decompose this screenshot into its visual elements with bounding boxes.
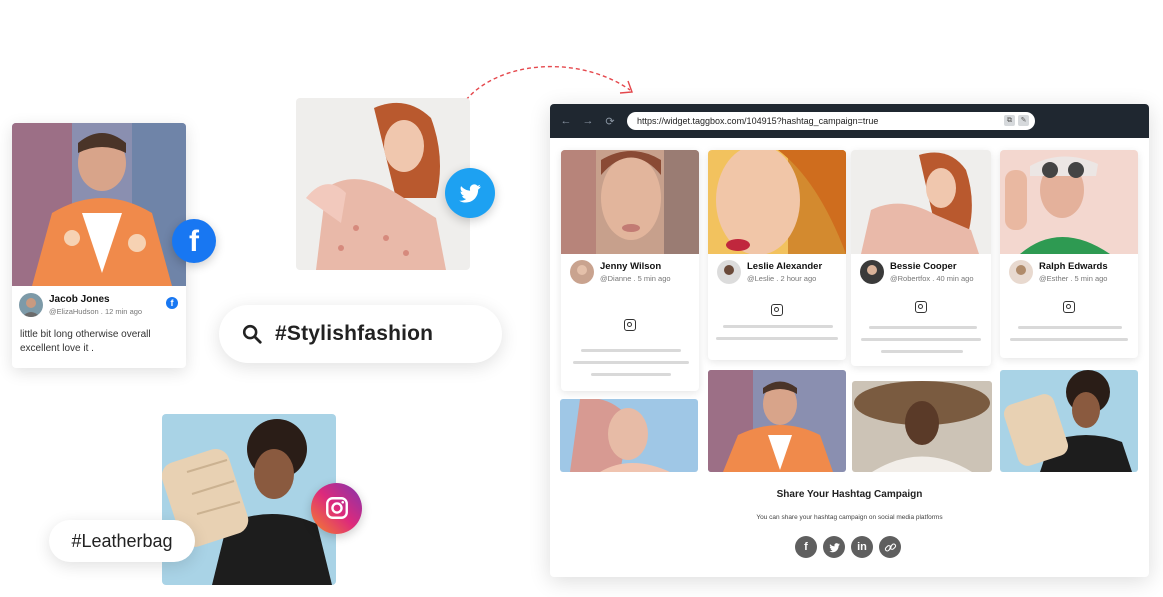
placeholder-line: [573, 361, 689, 364]
featured-photo-twitter: [296, 98, 470, 270]
post-image: [561, 150, 699, 254]
post-meta: Bessie Cooper @Robertfox . 40 min ago: [860, 260, 974, 284]
avatar: [717, 260, 741, 284]
author-name: Bessie Cooper: [890, 261, 957, 272]
avatar: [860, 260, 884, 284]
facebook-icon: f: [166, 297, 178, 309]
post-card[interactable]: Ralph Edwards @Esther . 5 min ago: [1000, 150, 1138, 358]
placeholder-line: [581, 349, 681, 352]
instagram-icon: [915, 301, 927, 313]
share-subtitle: You can share your hashtag campaign on s…: [756, 514, 943, 521]
address-bar[interactable]: https://widget.taggbox.com/104915?hashta…: [627, 112, 1035, 130]
post-card[interactable]: Bessie Cooper @Robertfox . 40 min ago: [851, 150, 991, 366]
post-image: [12, 123, 186, 286]
featured-photo-instagram: [162, 414, 336, 585]
post-image: [1000, 150, 1138, 254]
hashtag-search-pill[interactable]: #Stylishfashion: [219, 305, 502, 363]
author-handle: @Leslie . 2 hour ago: [747, 274, 817, 283]
post-photo[interactable]: [560, 399, 698, 472]
search-query: #Stylishfashion: [275, 322, 434, 345]
post-image: [708, 150, 846, 255]
instagram-icon: [624, 319, 636, 331]
instagram-icon: [311, 483, 362, 534]
browser-window: ← → ⟳ https://widget.taggbox.com/104915?…: [550, 104, 1149, 577]
author-name: Jenny Wilson: [600, 261, 662, 272]
reload-icon[interactable]: ⟳: [604, 115, 616, 128]
post-image: [851, 150, 991, 254]
facebook-icon[interactable]: f: [795, 536, 817, 558]
twitter-icon: [445, 168, 495, 218]
share-title: Share Your Hashtag Campaign: [776, 489, 923, 500]
placeholder-line: [591, 373, 671, 376]
placeholder-line: [881, 350, 963, 353]
post-photo[interactable]: [1000, 370, 1138, 472]
post-text: little bit long otherwise overall excell…: [20, 329, 151, 354]
facebook-icon: f: [172, 219, 216, 263]
forward-icon[interactable]: →: [582, 115, 594, 127]
placeholder-line: [723, 325, 833, 328]
post-meta: Jenny Wilson @Dianne . 5 min ago: [570, 260, 671, 284]
instagram-icon: [771, 304, 783, 316]
author-handle: @Dianne . 5 min ago: [600, 274, 671, 283]
author-handle: @Esther . 5 min ago: [1039, 274, 1108, 283]
post-photo[interactable]: [708, 370, 846, 472]
placeholder-line: [1010, 338, 1128, 341]
avatar: [570, 260, 594, 284]
back-icon[interactable]: ←: [560, 115, 572, 127]
instagram-icon: [1063, 301, 1075, 313]
post-meta: Leslie Alexander @Leslie . 2 hour ago: [717, 260, 822, 284]
browser-toolbar: ← → ⟳ https://widget.taggbox.com/104915?…: [550, 104, 1149, 138]
copy-icon[interactable]: ⧉: [1004, 115, 1015, 126]
post-meta: Jacob Jones @ElizaHudson . 12 min ago: [19, 293, 142, 317]
post-meta: Ralph Edwards @Esther . 5 min ago: [1009, 260, 1108, 284]
placeholder-line: [861, 338, 981, 341]
placeholder-line: [869, 326, 977, 329]
placeholder-line: [1018, 326, 1122, 329]
twitter-icon[interactable]: [823, 536, 845, 558]
facebook-post-card[interactable]: Jacob Jones @ElizaHudson . 12 min ago f …: [12, 123, 186, 368]
stage: Jacob Jones @ElizaHudson . 12 min ago f …: [0, 0, 1163, 597]
post-card[interactable]: Leslie Alexander @Leslie . 2 hour ago: [708, 150, 846, 360]
placeholder-line: [716, 337, 838, 340]
hashtag-tag-pill[interactable]: #Leatherbag: [49, 520, 195, 562]
search-icon: [242, 324, 262, 344]
author-name: Jacob Jones: [49, 294, 110, 305]
avatar: [19, 293, 43, 317]
share-icons: f in: [795, 536, 901, 558]
avatar: [1009, 260, 1033, 284]
link-icon[interactable]: [879, 536, 901, 558]
post-photo[interactable]: [852, 381, 992, 472]
author-handle: @Robertfox . 40 min ago: [890, 274, 974, 283]
post-card[interactable]: Jenny Wilson @Dianne . 5 min ago: [561, 150, 699, 391]
linkedin-icon[interactable]: in: [851, 536, 873, 558]
url-text: https://widget.taggbox.com/104915?hashta…: [637, 116, 879, 126]
author-name: Ralph Edwards: [1039, 261, 1108, 272]
author-handle: @ElizaHudson . 12 min ago: [49, 307, 143, 316]
author-name: Leslie Alexander: [747, 261, 823, 272]
edit-icon[interactable]: ✎: [1018, 115, 1029, 126]
